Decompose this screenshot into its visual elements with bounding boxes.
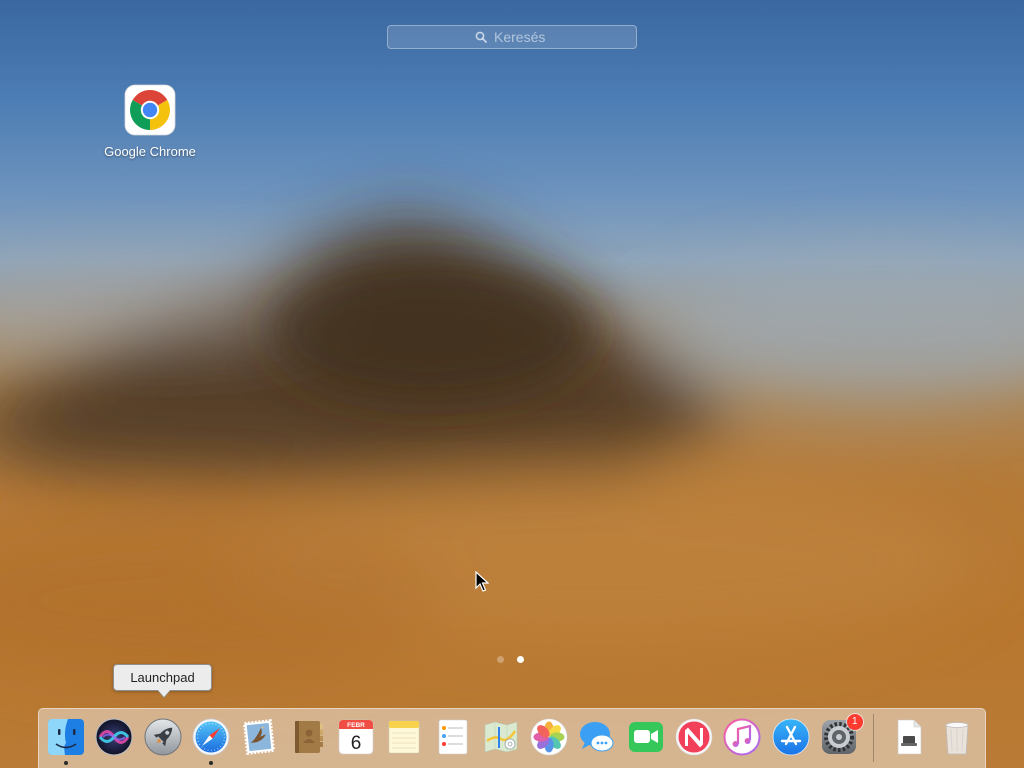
dock-item-itunes[interactable]	[718, 709, 766, 768]
dock-item-messages[interactable]	[573, 709, 621, 768]
reminders-icon[interactable]	[433, 717, 473, 757]
dock-separator-line	[873, 714, 875, 762]
running-indicator	[64, 761, 68, 765]
dock-item-calendar[interactable]: FEBR 6	[332, 709, 380, 768]
mouse-pointer-icon	[475, 571, 489, 592]
tooltip-arrow-fill	[158, 690, 170, 697]
calendar-month: FEBR	[347, 722, 365, 729]
dock-item-app-store[interactable]	[766, 709, 814, 768]
dock-item-system-preferences[interactable]: 1	[815, 709, 863, 768]
trash-icon[interactable]	[937, 717, 977, 757]
app-store-icon[interactable]	[771, 717, 811, 757]
dock-item-reminders[interactable]	[428, 709, 476, 768]
maps-icon[interactable]	[481, 717, 521, 757]
dock-item-notes[interactable]	[380, 709, 428, 768]
notes-icon[interactable]	[384, 717, 424, 757]
dock: FEBR 6 1	[38, 708, 986, 768]
itunes-icon[interactable]	[722, 717, 762, 757]
facetime-icon[interactable]	[626, 717, 666, 757]
mail-icon[interactable]	[239, 717, 279, 757]
launchpad-search-field[interactable]	[387, 25, 637, 49]
siri-icon[interactable]	[94, 717, 134, 757]
chrome-icon[interactable]	[124, 84, 176, 136]
dock-item-facetime[interactable]	[622, 709, 670, 768]
messages-icon[interactable]	[577, 717, 617, 757]
dock-tooltip: Launchpad	[113, 664, 212, 698]
tooltip-label: Launchpad	[130, 670, 195, 685]
notification-badge: 1	[846, 714, 863, 730]
search-input[interactable]	[494, 26, 624, 48]
page-indicator	[497, 656, 524, 663]
dock-item-siri[interactable]	[90, 709, 138, 768]
finder-icon[interactable]	[46, 717, 86, 757]
app-label: Google Chrome	[104, 144, 196, 159]
dock-item-photos[interactable]	[525, 709, 573, 768]
dock-item-maps[interactable]	[477, 709, 525, 768]
running-indicator	[208, 761, 213, 765]
launchpad-icon[interactable]	[143, 717, 183, 757]
safari-icon[interactable]	[191, 717, 231, 757]
contacts-icon[interactable]	[288, 717, 328, 757]
dock-item-finder[interactable]	[42, 709, 90, 768]
calendar-day: 6	[351, 733, 362, 754]
dock-item-document-stack[interactable]	[885, 709, 933, 768]
dock-item-launchpad[interactable]	[139, 709, 187, 768]
document-stack-icon[interactable]	[889, 717, 929, 757]
app-google-chrome[interactable]: Google Chrome	[90, 84, 210, 160]
photos-icon[interactable]	[529, 717, 569, 757]
dock-item-safari[interactable]	[187, 709, 235, 768]
dock-item-news[interactable]	[670, 709, 718, 768]
dock-separator	[863, 709, 885, 768]
dock-item-contacts[interactable]	[283, 709, 331, 768]
dock-item-mail[interactable]	[235, 709, 283, 768]
calendar-icon[interactable]: FEBR 6	[336, 717, 376, 757]
page-dot[interactable]	[497, 656, 504, 663]
news-icon[interactable]	[674, 717, 714, 757]
search-icon	[475, 31, 487, 43]
page-dot[interactable]	[517, 656, 524, 663]
dock-item-trash[interactable]	[933, 709, 981, 768]
